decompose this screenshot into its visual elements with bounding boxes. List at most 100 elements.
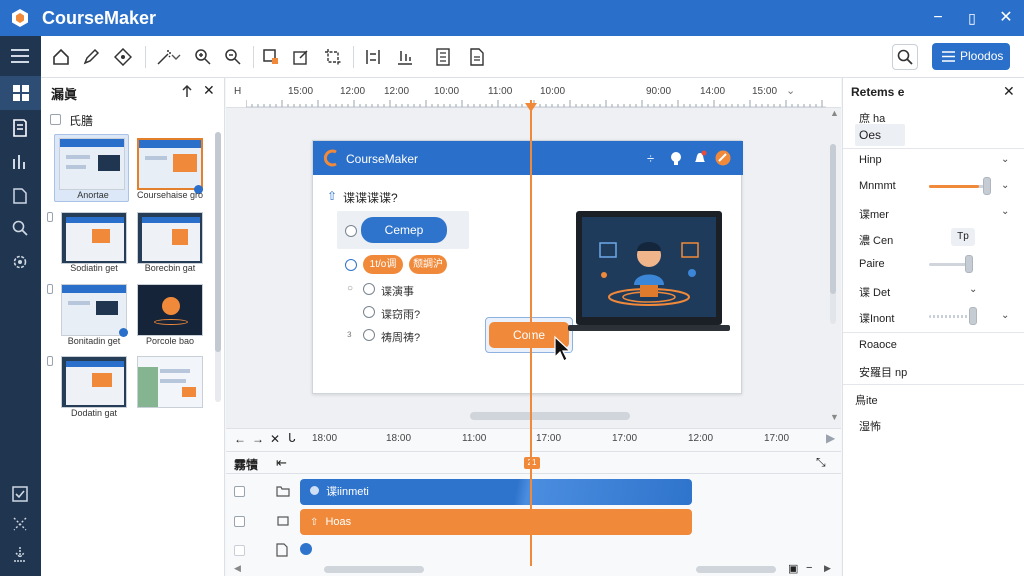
home-icon[interactable]	[49, 45, 73, 69]
list-icon[interactable]	[431, 45, 455, 69]
redo-arrow-icon[interactable]: →	[252, 432, 264, 446]
slide-canvas[interactable]: CourseMaker ÷ ⇧ 谍谍谍谍? Cemep 1t/o调 颓調沪 ○ …	[312, 140, 743, 394]
track-checkbox[interactable]	[234, 516, 245, 527]
zoom-out-icon[interactable]: −	[806, 562, 812, 574]
timeline-track-bar[interactable]: 谍iinmeti	[300, 479, 692, 505]
close-window-button[interactable]: ✕	[994, 6, 1018, 30]
chevron-down-icon[interactable]: ⌄	[1001, 180, 1009, 191]
expand-icon[interactable]: ⤡	[816, 455, 826, 470]
chevron-down-icon[interactable]: ⌄	[1001, 206, 1009, 217]
menu-icon[interactable]	[8, 44, 32, 68]
split-icon[interactable]: ᒐ	[288, 431, 296, 445]
slide-thumbnail[interactable]	[137, 284, 203, 336]
slide-thumbnail[interactable]	[137, 138, 203, 190]
slider-knob[interactable]	[969, 307, 977, 325]
item-checkbox[interactable]	[47, 284, 53, 294]
settings-badge-icon[interactable]	[715, 150, 731, 166]
export-icon[interactable]	[8, 542, 32, 566]
tag-pill[interactable]: 1t/o调	[363, 255, 403, 274]
track-checkbox[interactable]	[234, 545, 245, 556]
chart-icon[interactable]	[8, 150, 32, 174]
slide-thumbnail[interactable]	[61, 356, 127, 408]
prop-slider[interactable]	[929, 185, 987, 188]
restore-button[interactable]: ▯	[960, 6, 984, 30]
canvas-vscrollbar[interactable]	[830, 144, 836, 324]
slider-knob[interactable]	[965, 255, 973, 273]
prop-slider[interactable]	[929, 315, 969, 318]
scroll-down-icon[interactable]: ▼	[830, 412, 839, 422]
canvas-hscrollbar[interactable]	[470, 412, 630, 420]
option-radio[interactable]	[363, 283, 375, 295]
zoom-in-icon[interactable]	[191, 45, 215, 69]
chevron-down-icon[interactable]: ⌄	[1001, 310, 1009, 321]
scroll-up-icon[interactable]: ▲	[830, 108, 839, 118]
video-thumbnail[interactable]	[582, 217, 716, 317]
shape-icon[interactable]	[259, 45, 283, 69]
pen-icon[interactable]	[79, 45, 103, 69]
distribute-icon[interactable]	[393, 45, 417, 69]
close-x-icon[interactable]: ✕	[270, 432, 280, 446]
minimize-button[interactable]: −	[926, 6, 950, 30]
slide-thumbnail[interactable]	[137, 356, 203, 408]
answer-radio[interactable]	[345, 225, 357, 237]
search-icon[interactable]	[8, 216, 32, 240]
library-scrollbar[interactable]	[215, 132, 221, 402]
ruler-marker: H	[234, 86, 242, 97]
align-icon[interactable]	[361, 45, 385, 69]
prop-label: 谍 Det	[859, 287, 891, 299]
checklist-icon[interactable]	[8, 482, 32, 506]
answer-selected-pill[interactable]: Cemep	[361, 217, 447, 243]
zoom-out-icon[interactable]	[221, 45, 245, 69]
document-icon[interactable]	[8, 184, 32, 208]
scroll-left-icon[interactable]: ◀	[234, 563, 241, 574]
tag-radio[interactable]	[345, 259, 357, 271]
slider-knob[interactable]	[983, 177, 991, 195]
option-radio[interactable]	[363, 306, 375, 318]
prop-slider[interactable]	[929, 263, 969, 266]
undo-arrow-icon[interactable]: ←	[234, 432, 246, 446]
chevron-down-icon[interactable]	[169, 45, 183, 69]
timeline-track-bar[interactable]: ⇧ Hoas	[300, 509, 692, 535]
save-icon[interactable]: ▣	[788, 562, 798, 575]
prop-value-box[interactable]: Tp	[951, 228, 975, 246]
slide-thumbnail[interactable]	[59, 138, 125, 190]
library-close-icon[interactable]: ✕	[203, 82, 215, 99]
library-item-label: Coursehaise gro	[136, 190, 204, 200]
option-radio[interactable]	[363, 329, 375, 341]
ruler-chevron-icon[interactable]: ⌄	[786, 84, 795, 97]
tag-pill[interactable]: 颓調沪	[409, 255, 447, 274]
slide-thumbnail[interactable]	[137, 212, 203, 264]
preview-button[interactable]: Ploodos	[932, 43, 1010, 70]
edit-box-icon[interactable]	[289, 45, 313, 69]
item-checkbox[interactable]	[47, 356, 53, 366]
tab-selected[interactable]: Oes	[855, 124, 905, 146]
tag-icon[interactable]	[111, 45, 135, 69]
page-icon[interactable]	[465, 45, 489, 69]
crop-icon[interactable]	[321, 45, 345, 69]
chevron-down-icon[interactable]: ⌄	[969, 284, 977, 295]
chevron-down-icon[interactable]: ⌄	[1001, 154, 1009, 165]
move-icon[interactable]: ÷	[647, 151, 654, 166]
transform-icon[interactable]	[8, 512, 32, 536]
properties-close-icon[interactable]: ✕	[1003, 83, 1015, 100]
search-button[interactable]	[892, 44, 918, 70]
lightbulb-icon[interactable]	[669, 151, 683, 165]
slide-thumbnail[interactable]	[61, 284, 127, 336]
prop-label: 湿怖	[859, 421, 881, 433]
playhead-line[interactable]	[530, 100, 532, 566]
scroll-right-icon[interactable]: ▶	[824, 563, 831, 574]
book-icon[interactable]	[8, 116, 32, 140]
item-checkbox[interactable]	[47, 212, 53, 222]
play-icon[interactable]: ▶	[826, 431, 835, 445]
track-marker[interactable]	[300, 543, 312, 555]
notification-bell-icon[interactable]	[693, 150, 707, 166]
select-all-checkbox[interactable]	[50, 114, 61, 125]
sort-up-icon[interactable]	[181, 84, 193, 98]
settings-icon[interactable]	[8, 250, 32, 274]
timeline-hscrollbar-thumb[interactable]	[696, 566, 776, 573]
list-indent-icon[interactable]: ⇤	[276, 455, 287, 471]
track-checkbox[interactable]	[234, 486, 245, 497]
rail-grid-button[interactable]	[0, 76, 41, 110]
slide-thumbnail[interactable]	[61, 212, 127, 264]
timeline-hscrollbar[interactable]	[324, 566, 424, 573]
